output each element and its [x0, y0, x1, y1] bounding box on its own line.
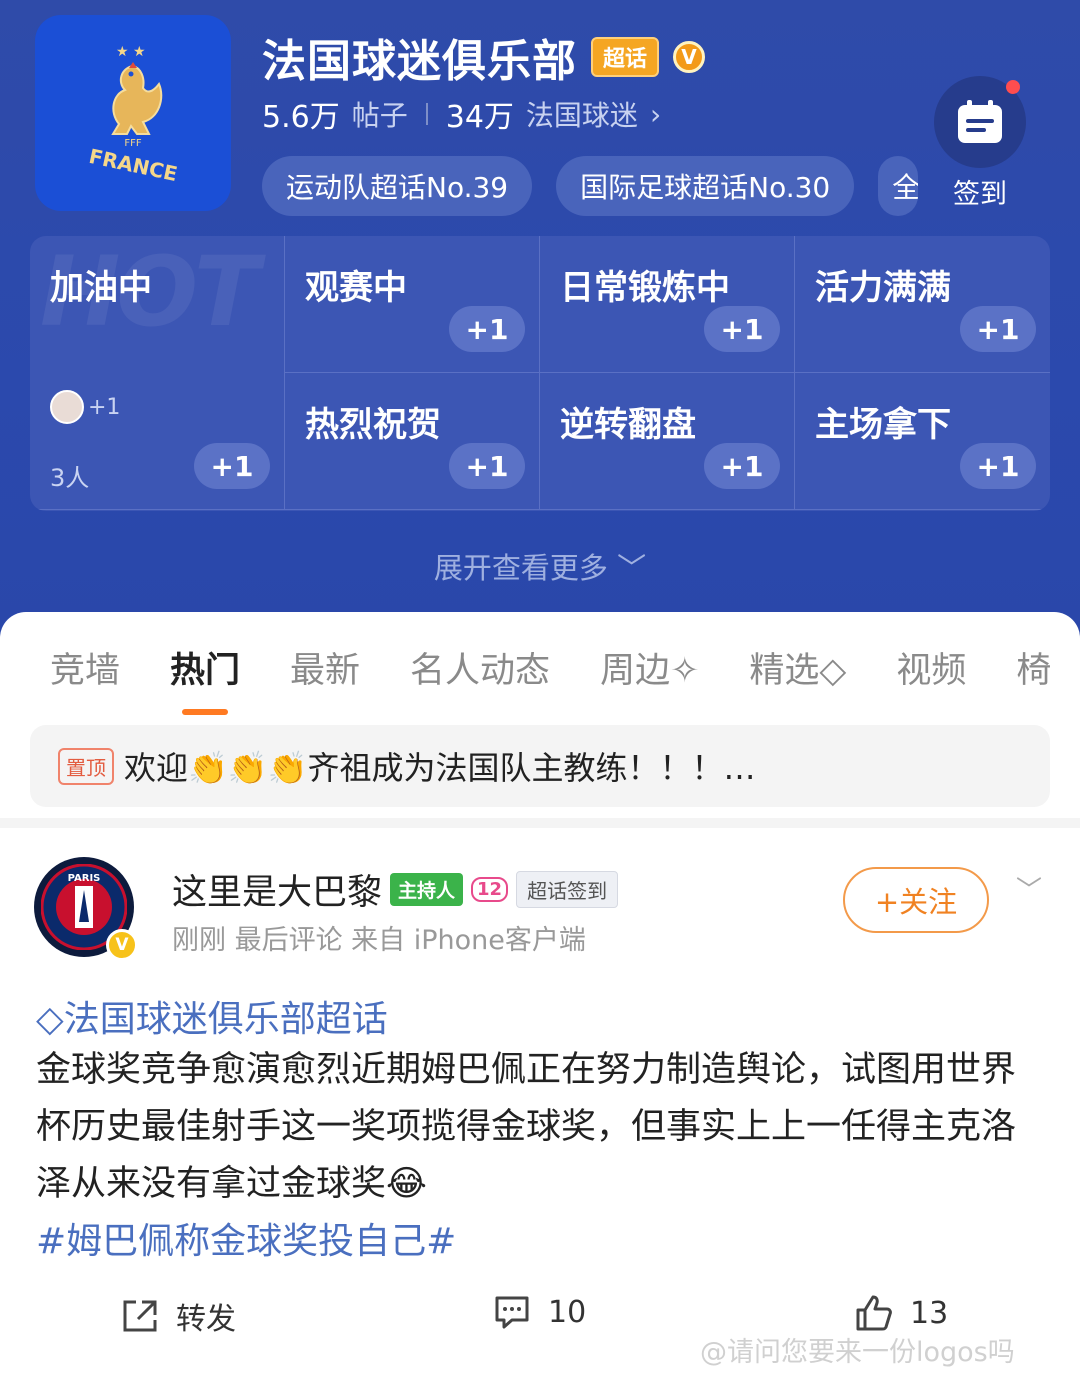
tab-label[interactable]: 精选: [749, 651, 819, 691]
post-body: 金球奖竞争愈演愈烈近期姆巴佩正在努力制造舆论，试图用世界杯历史最佳射手这一奖项揽…: [36, 1050, 1017, 1204]
cheer-cell-main: HOT 加油中 +1 3人 +1: [30, 236, 285, 510]
tab-latest[interactable]: 最新: [290, 642, 360, 693]
cheer-label: 日常锻炼中: [560, 268, 730, 308]
repost-button[interactable]: 转发: [120, 1294, 236, 1338]
verified-icon: V: [673, 41, 706, 73]
user-row: 这里是大巴黎 主持人 12 超话签到: [172, 864, 619, 915]
rank-tags: 运动队超话No.39 国际足球超话No.30 全: [262, 156, 919, 216]
rank-tag[interactable]: 国际足球超话No.30: [556, 156, 855, 216]
level-badge: 12: [471, 877, 509, 902]
page-title: 法国球迷俱乐部: [262, 36, 577, 87]
plus-one-button[interactable]: +1: [449, 443, 525, 489]
comment-icon: [495, 1296, 529, 1329]
pinned-post[interactable]: 置顶 欢迎👏👏👏齐祖成为法国队主教练！！！…: [30, 725, 1050, 807]
tab-more[interactable]: 椅: [1016, 642, 1051, 693]
checkin-label[interactable]: 签到: [953, 172, 1007, 211]
expand-more[interactable]: 展开查看更多 ﹀: [0, 545, 1080, 587]
cheer-grid: HOT 加油中 +1 3人 +1 观赛中 +1 日常锻炼中 +1 活力满满 +1…: [30, 236, 1050, 511]
watermark: @请问您要来一份logos吗: [700, 1337, 1015, 1368]
comment-button[interactable]: 10: [492, 1294, 586, 1330]
title-row: 法国球迷俱乐部 超话 V: [262, 25, 706, 89]
plus-one-button[interactable]: +1: [960, 443, 1036, 489]
tab-label[interactable]: 周边: [600, 651, 670, 691]
cheer-cell: 活力满满 +1: [795, 236, 1050, 373]
cheer-avatars: +1: [50, 390, 120, 424]
post-meta: 刚刚 最后评论 来自 iPhone客户端: [172, 925, 586, 956]
cheer-cell: 逆转翻盘 +1: [540, 373, 795, 510]
chevron-down-icon[interactable]: ﹀: [617, 551, 646, 585]
section-divider: [0, 818, 1080, 828]
svg-text:FRANCE: FRANCE: [87, 144, 180, 186]
stats-divider: [425, 103, 428, 125]
rank-tag[interactable]: 运动队超话No.39: [262, 156, 533, 216]
like-button[interactable]: 13: [854, 1294, 948, 1332]
cheer-label: 逆转翻盘: [560, 405, 696, 445]
tab-jingqiang[interactable]: 竞墙: [50, 642, 120, 693]
plus-one-button[interactable]: +1: [449, 306, 525, 352]
sparkle-icon: ✧: [670, 651, 700, 691]
checkin-circle[interactable]: [934, 76, 1026, 168]
posts-count: 5.6万: [262, 100, 340, 135]
cheer-cell: 观赛中 +1: [285, 236, 540, 373]
repost-label[interactable]: 转发: [176, 1294, 236, 1338]
expand-label[interactable]: 展开查看更多: [434, 551, 608, 585]
follow-button[interactable]: +关注: [843, 867, 989, 933]
cheer-label: 加油中: [50, 268, 152, 308]
fans-label[interactable]: 法国球迷: [526, 94, 638, 134]
chevron-down-icon[interactable]: ﹀: [1016, 870, 1042, 907]
supertopic-header: ★ ★ FFF FRANCE 法国球迷俱乐部 超话 V 5.6万 帖子 34万 …: [0, 0, 1080, 640]
chevron-right-icon[interactable]: ›: [650, 98, 661, 131]
cheer-label: 热烈祝贺: [305, 405, 441, 445]
tab-merch[interactable]: 周边✧: [600, 642, 699, 693]
svg-text:★ ★: ★ ★: [116, 44, 146, 60]
diamond-icon: ◇: [36, 999, 64, 1040]
fans-count[interactable]: 34万: [446, 92, 514, 136]
plus-one-button[interactable]: +1: [704, 443, 780, 489]
tab-celebrity[interactable]: 名人动态: [410, 642, 550, 693]
cheer-cell: 主场拿下 +1: [795, 373, 1050, 510]
avatar-plus: +1: [88, 394, 121, 420]
rooster-icon: ★ ★ FFF FRANCE: [87, 44, 180, 186]
plus-one-button[interactable]: +1: [194, 443, 270, 489]
hashtag-link[interactable]: #姆巴佩称金球奖投自己#: [36, 1212, 456, 1264]
feed-panel: 竞墙 热门 最新 名人动态 周边✧ 精选◇ 视频 椅 置顶 欢迎👏👏👏齐祖成为法…: [0, 612, 1080, 1375]
avatar: [50, 390, 84, 424]
verified-icon: V: [106, 929, 138, 961]
cheer-cell: 日常锻炼中 +1: [540, 236, 795, 373]
svg-text:PARIS: PARIS: [68, 873, 101, 884]
tab-bar: 竞墙 热门 最新 名人动态 周边✧ 精选◇ 视频 椅: [50, 642, 1051, 715]
cheer-label: 主场拿下: [815, 405, 951, 445]
topic-label[interactable]: 法国球迷俱乐部超话: [64, 999, 388, 1040]
rank-tag[interactable]: 全: [878, 156, 919, 216]
posts-label: 帖子: [351, 99, 408, 132]
cheer-label: 观赛中: [305, 268, 407, 308]
cheer-label: 活力满满: [815, 268, 951, 308]
pinned-text[interactable]: 欢迎👏👏👏齐祖成为法国队主教练！！！…: [124, 743, 756, 789]
club-logo[interactable]: ★ ★ FFF FRANCE: [35, 15, 231, 211]
plus-one-button[interactable]: +1: [960, 306, 1036, 352]
like-count[interactable]: 13: [910, 1296, 948, 1331]
diamond-icon: ◇: [819, 651, 847, 691]
comment-count[interactable]: 10: [548, 1295, 586, 1330]
calendar-icon: [958, 100, 1002, 143]
thumbs-up-icon: [856, 1295, 892, 1331]
username[interactable]: 这里是大巴黎: [172, 864, 382, 915]
checkin-button[interactable]: 签到: [933, 76, 1027, 211]
tab-featured[interactable]: 精选◇: [749, 642, 846, 693]
cheer-cell: 热烈祝贺 +1: [285, 373, 540, 510]
stats-row: 5.6万 帖子 34万 法国球迷 ›: [262, 92, 661, 136]
notification-dot: [1006, 80, 1020, 94]
topic-link[interactable]: ◇法国球迷俱乐部超话: [36, 990, 388, 1042]
plus-one-button[interactable]: +1: [704, 306, 780, 352]
people-count: 3人: [50, 464, 90, 492]
tab-video[interactable]: 视频: [896, 642, 966, 693]
pinned-badge: 置顶: [58, 747, 114, 785]
checkin-badge: 超话签到: [516, 871, 619, 908]
share-icon: [123, 1300, 157, 1332]
svg-text:FFF: FFF: [124, 138, 142, 149]
chaohua-badge: 超话: [591, 37, 660, 77]
host-badge: 主持人: [390, 873, 464, 906]
tab-hot[interactable]: 热门: [170, 642, 240, 715]
